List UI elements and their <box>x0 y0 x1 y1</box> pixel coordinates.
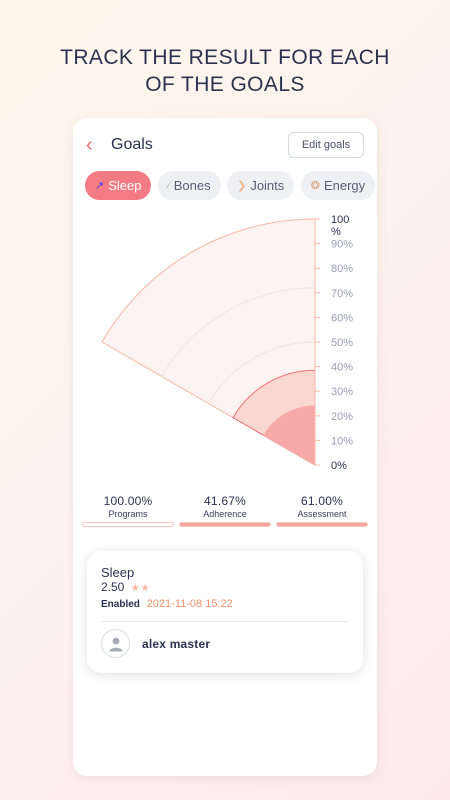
chart-tick-label: 60% <box>331 312 353 324</box>
stat-value: 61.00% <box>301 494 343 508</box>
star-icon: ★★ <box>130 583 151 594</box>
rating-value: 2.50 <box>101 580 125 594</box>
user-icon <box>109 637 123 652</box>
phone-screen: ‹ Goals Edit goals ↗ Sleep ∕ Bones ❯ Joi… <box>73 118 377 776</box>
stat-label: Adherence <box>203 509 247 519</box>
chart-tick-label: 100% <box>331 214 349 238</box>
goal-tabs: ↗ Sleep ∕ Bones ❯ Joints ❂ Energy <box>85 171 377 201</box>
card-title: Sleep <box>101 565 135 580</box>
bone-icon: ∕ <box>167 179 170 192</box>
chart-tick-label: 0% <box>331 460 347 472</box>
stat-bar-fill <box>277 523 367 526</box>
goal-chart: 0% 10% 20% 30% 40% 50% 60% 70% 80% 90% 100% <box>73 208 377 478</box>
stat-label: Assessment <box>297 509 347 519</box>
tab-label: Energy <box>323 178 366 193</box>
chart-tick-label: 30% <box>331 386 353 398</box>
user-name: alex master <box>142 637 211 651</box>
divider <box>101 621 349 622</box>
tab-sleep[interactable]: ↗ Sleep <box>85 171 152 200</box>
card-status: Enabled 2021-11-08 15:22 <box>101 598 233 610</box>
chart-tick-label: 10% <box>331 435 353 447</box>
chart-tick-label: 80% <box>331 263 353 275</box>
page-title: Goals <box>111 136 153 153</box>
stat-assessment: 61.00% Assessment <box>276 494 368 527</box>
chart-tick-label: 40% <box>331 362 353 374</box>
card-rating: 2.50 ★★ <box>101 580 151 594</box>
stat-adherence: 41.67% Adherence <box>179 494 271 527</box>
goal-chart-svg: 0% 10% 20% 30% 40% 50% 60% 70% 80% 90%100% <box>101 214 353 472</box>
tab-joints[interactable]: ❯ Joints <box>227 171 295 200</box>
stat-bar <box>179 522 271 527</box>
avatar[interactable] <box>101 629 130 658</box>
sleep-icon: ↗ <box>95 180 105 192</box>
chart-tick-label: 50% <box>331 337 353 349</box>
goal-card[interactable]: Sleep 2.50 ★★ Enabled 2021-11-08 15:22 a… <box>87 551 363 673</box>
headline: TRACK THE RESULT FOR EACH OF THE GOALS <box>0 44 450 98</box>
tab-energy[interactable]: ❂ Energy <box>300 171 376 200</box>
stat-value: 41.67% <box>204 494 246 508</box>
chevron-left-icon[interactable]: ‹ <box>86 135 102 155</box>
chart-tick-label: 70% <box>331 288 353 300</box>
tab-label: Joints <box>250 178 285 193</box>
stat-programs: 100.00% Programs <box>82 494 174 527</box>
stats-row: 100.00% Programs 41.67% Adherence 61.00%… <box>82 494 368 530</box>
chart-tick-label: 20% <box>331 411 353 423</box>
chart-tick-label: 90% <box>331 239 353 251</box>
stat-label: Programs <box>108 509 148 519</box>
tab-bones[interactable]: ∕ Bones <box>157 171 221 200</box>
tab-label: Sleep <box>108 178 142 193</box>
stat-bar <box>82 522 174 527</box>
energy-icon: ❂ <box>310 180 320 192</box>
headline-line-2: OF THE GOALS <box>145 73 305 96</box>
stat-value: 100.00% <box>103 494 153 508</box>
status-timestamp: 2021-11-08 15:22 <box>146 598 233 610</box>
joint-icon: ❯ <box>237 180 247 192</box>
edit-goals-button[interactable]: Edit goals <box>288 132 364 158</box>
stat-bar <box>276 522 368 527</box>
stat-bar-fill <box>180 523 270 526</box>
top-bar: ‹ Goals Edit goals <box>73 118 377 174</box>
status-label: Enabled <box>101 599 140 610</box>
tab-label: Bones <box>173 178 211 193</box>
headline-line-1: TRACK THE RESULT FOR EACH <box>60 46 390 69</box>
